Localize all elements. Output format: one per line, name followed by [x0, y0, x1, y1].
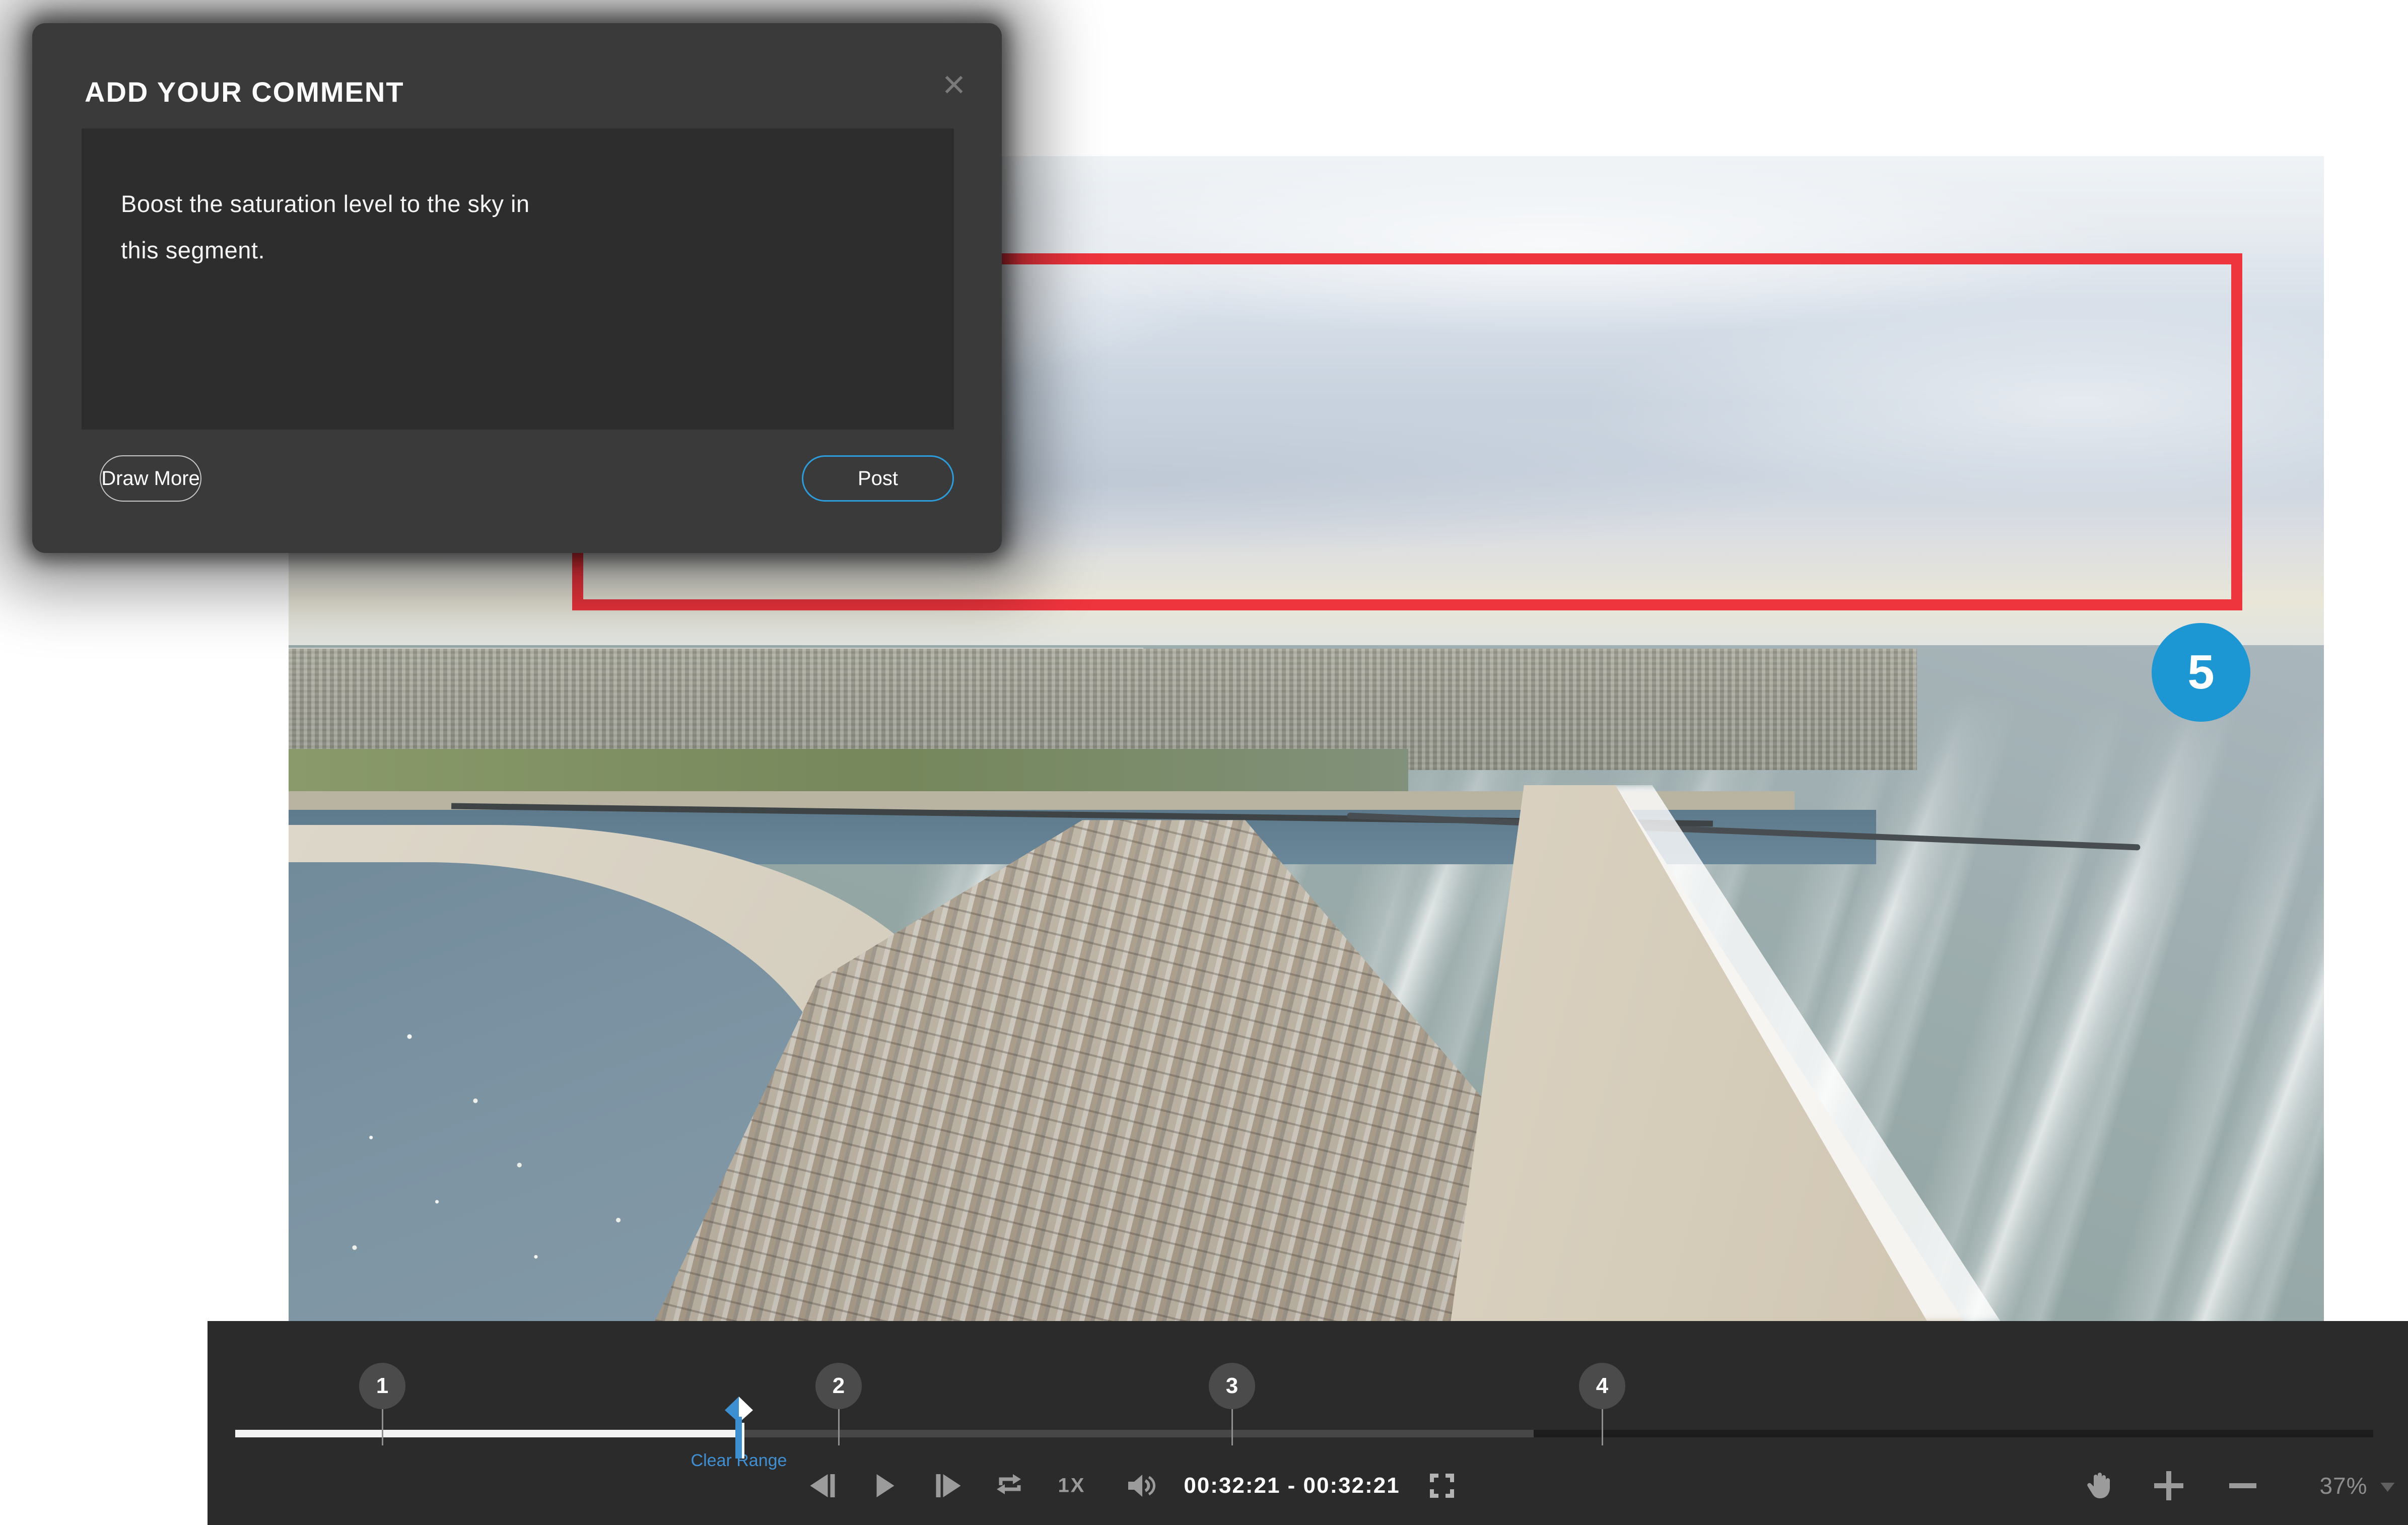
timeline-marker-3[interactable]: 3	[1209, 1363, 1255, 1409]
draw-more-label: Draw More	[101, 467, 200, 490]
playback-bar: 1 2 3 4 Clear Range 1X	[208, 1321, 2408, 1525]
loop-button[interactable]	[995, 1473, 1023, 1498]
comment-input[interactable]: Boost the saturation level to the sky in…	[82, 128, 954, 430]
chevron-down-icon	[2381, 1483, 2395, 1492]
previous-frame-button[interactable]	[810, 1474, 835, 1497]
next-frame-button[interactable]	[936, 1474, 961, 1497]
zoom-level-dropdown[interactable]: 37%	[2319, 1472, 2394, 1499]
play-button[interactable]	[877, 1474, 895, 1497]
marker-label: 4	[1596, 1373, 1608, 1399]
add-comment-dialog: ADD YOUR COMMENT × Boost the saturation …	[32, 23, 1002, 553]
dialog-title: ADD YOUR COMMENT	[85, 76, 404, 108]
marker-label: 1	[376, 1373, 388, 1399]
video-green-field	[289, 749, 1408, 797]
zoom-in-icon	[2154, 1471, 2183, 1500]
marker-label: 2	[833, 1373, 845, 1399]
timeline-marker-1[interactable]: 1	[359, 1363, 405, 1409]
post-button[interactable]: Post	[802, 455, 954, 502]
hand-icon	[2086, 1471, 2112, 1500]
fullscreen-icon	[1430, 1474, 1454, 1498]
post-label: Post	[858, 467, 898, 490]
playback-speed-label: 1X	[1058, 1475, 1086, 1497]
draw-more-button[interactable]: Draw More	[100, 455, 201, 502]
comment-text-line: Boost the saturation level to the sky in	[121, 181, 915, 227]
playhead[interactable]	[724, 1397, 754, 1462]
volume-icon	[1127, 1473, 1156, 1498]
timeline-marker-4[interactable]: 4	[1579, 1363, 1625, 1409]
volume-button[interactable]	[1127, 1473, 1156, 1498]
timecode-text: 00:32:21 - 00:32:21	[1184, 1473, 1400, 1498]
play-icon	[877, 1474, 895, 1497]
comment-text-line: this segment.	[121, 227, 915, 273]
close-icon[interactable]: ×	[931, 61, 977, 107]
playback-speed-button[interactable]: 1X	[1058, 1475, 1086, 1497]
previous-frame-icon	[810, 1474, 828, 1497]
zoom-in-button[interactable]	[2154, 1471, 2183, 1500]
zoom-out-icon	[2229, 1483, 2256, 1488]
loop-icon	[995, 1473, 1023, 1498]
timeline-played-segment	[235, 1430, 739, 1437]
playhead-stem	[735, 1417, 742, 1459]
fullscreen-button[interactable]	[1430, 1474, 1454, 1498]
timeline-range-segment	[739, 1430, 1534, 1437]
zoom-out-button[interactable]	[2229, 1483, 2256, 1488]
pan-tool-button[interactable]	[2086, 1471, 2112, 1500]
comment-marker-number: 5	[2187, 645, 2214, 700]
marker-label: 3	[1226, 1373, 1238, 1399]
timecode-display: 00:32:21 - 00:32:21	[1184, 1473, 1400, 1498]
timeline-marker-2[interactable]: 2	[815, 1363, 862, 1409]
review-page: { "dialog": { "title": "ADD YOUR COMMENT…	[0, 0, 2408, 1525]
next-frame-icon	[943, 1474, 961, 1497]
zoom-level-value: 37%	[2319, 1472, 2367, 1499]
comment-marker-badge[interactable]: 5	[2152, 623, 2250, 722]
timeline-track[interactable]	[235, 1430, 2373, 1437]
